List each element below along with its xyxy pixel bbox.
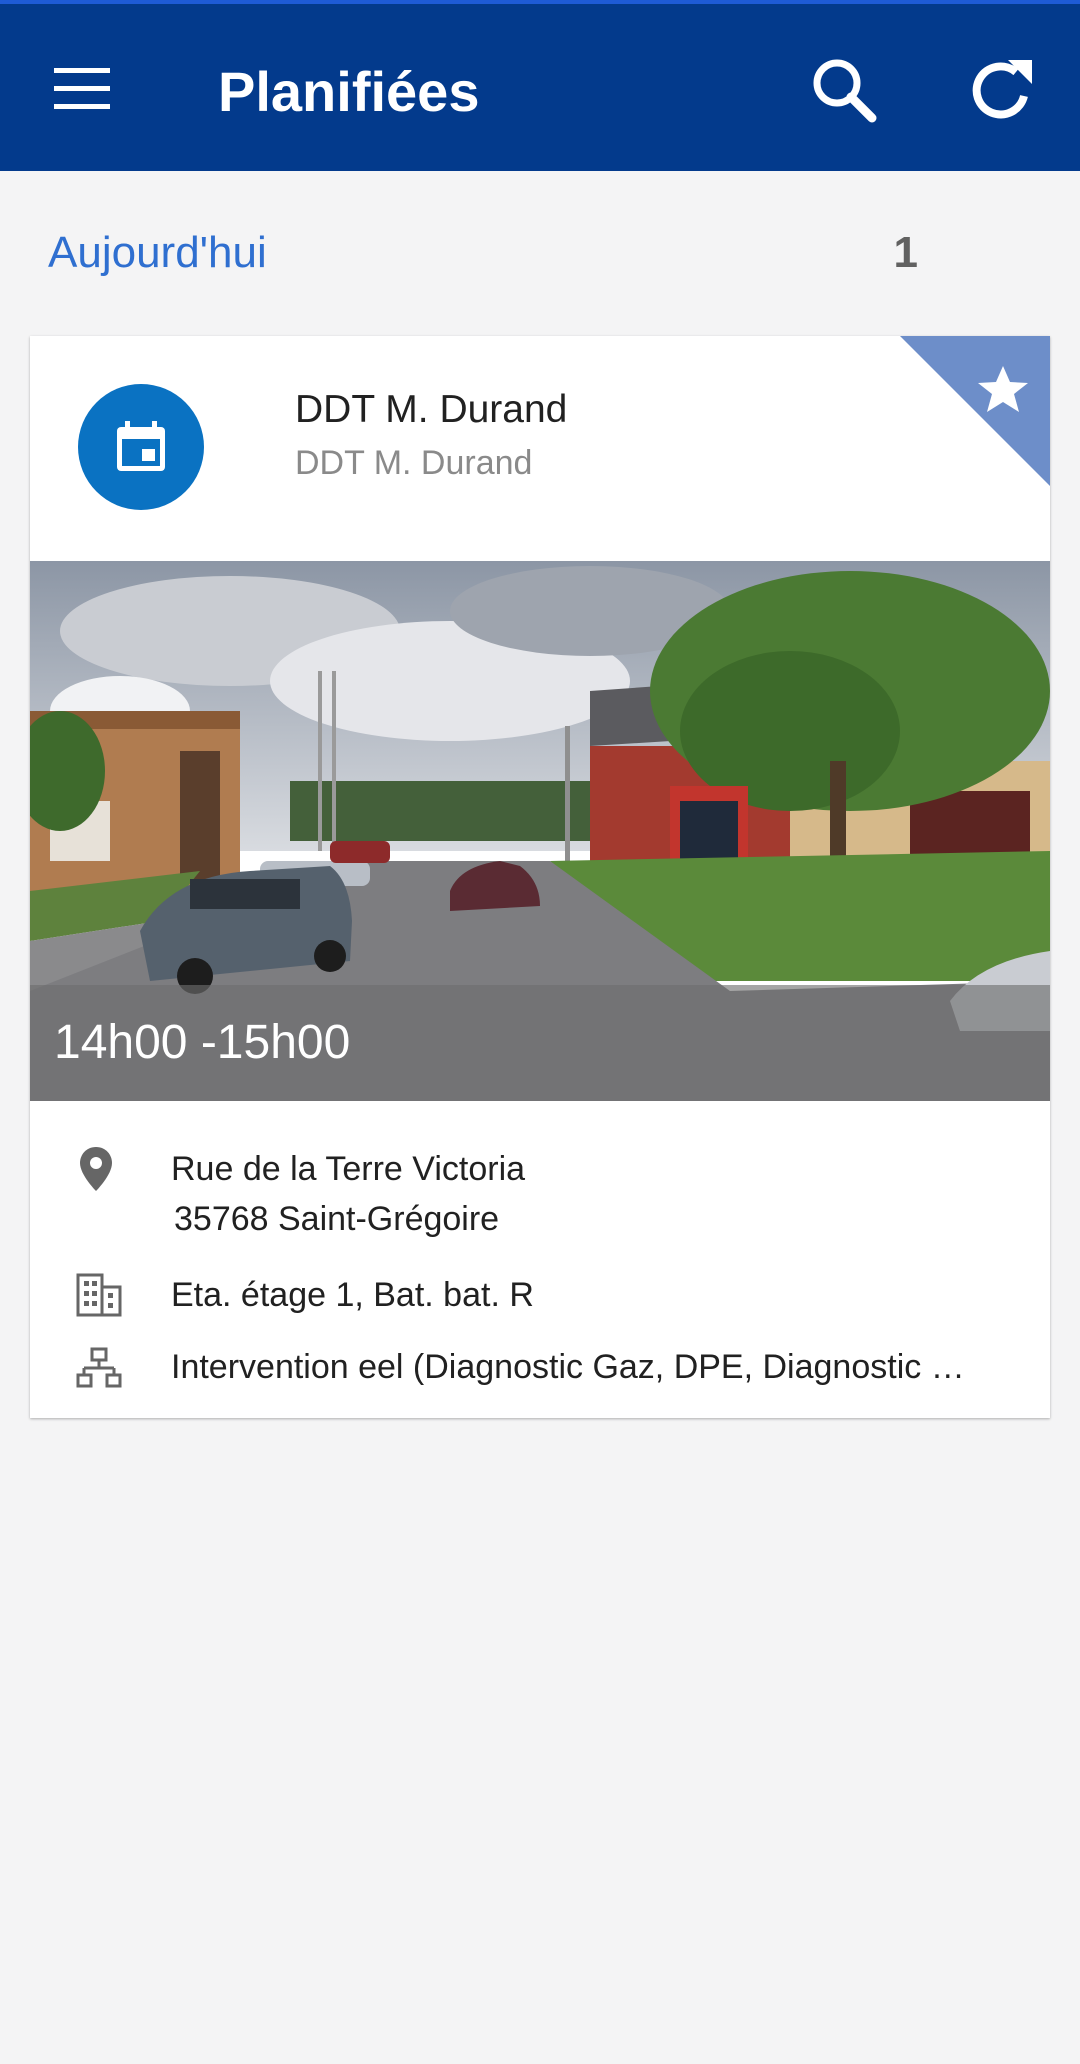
refresh-button[interactable] — [966, 52, 1038, 128]
page-title: Planifiées — [218, 60, 480, 123]
card-subtitle: DDT M. Durand — [295, 444, 533, 482]
star-icon — [900, 336, 1050, 486]
building-icon — [76, 1273, 122, 1317]
location-photo: 14h00 -15h00 — [30, 561, 1050, 1101]
app-bar: Planifiées — [0, 4, 1080, 171]
search-icon — [813, 59, 877, 123]
card-header: DDT M. Durand DDT M. Durand — [30, 336, 1050, 561]
time-overlay: 14h00 -15h00 — [30, 985, 1050, 1101]
search-button[interactable] — [810, 56, 880, 126]
building-info: Eta. étage 1, Bat. bat. R — [171, 1276, 534, 1314]
appointment-time: 14h00 -15h00 — [54, 1016, 351, 1069]
address-line-2: 35768 Saint-Grégoire — [174, 1200, 500, 1238]
refresh-icon — [972, 60, 1032, 119]
card-title: DDT M. Durand — [295, 388, 568, 431]
card-avatar — [78, 384, 204, 510]
hierarchy-icon — [76, 1347, 122, 1388]
section-title: Aujourd'hui — [48, 228, 267, 277]
calendar-icon — [117, 421, 165, 471]
section-count: 1 — [893, 228, 918, 277]
section-header-today: Aujourd'hui 1 — [48, 218, 918, 288]
menu-icon — [54, 68, 110, 109]
intervention-info: Intervention eel (Diagnostic Gaz, DPE, D… — [171, 1348, 965, 1386]
menu-button[interactable] — [52, 64, 116, 116]
card-details: Rue de la Terre Victoria 35768 Saint-Gré… — [30, 1101, 1050, 1418]
appointment-card[interactable]: DDT M. Durand DDT M. Durand 14h00 -15h00… — [30, 336, 1050, 1418]
address-line-1: Rue de la Terre Victoria — [171, 1150, 526, 1188]
location-pin-icon — [80, 1147, 112, 1191]
favorite-ribbon[interactable] — [900, 336, 1050, 486]
